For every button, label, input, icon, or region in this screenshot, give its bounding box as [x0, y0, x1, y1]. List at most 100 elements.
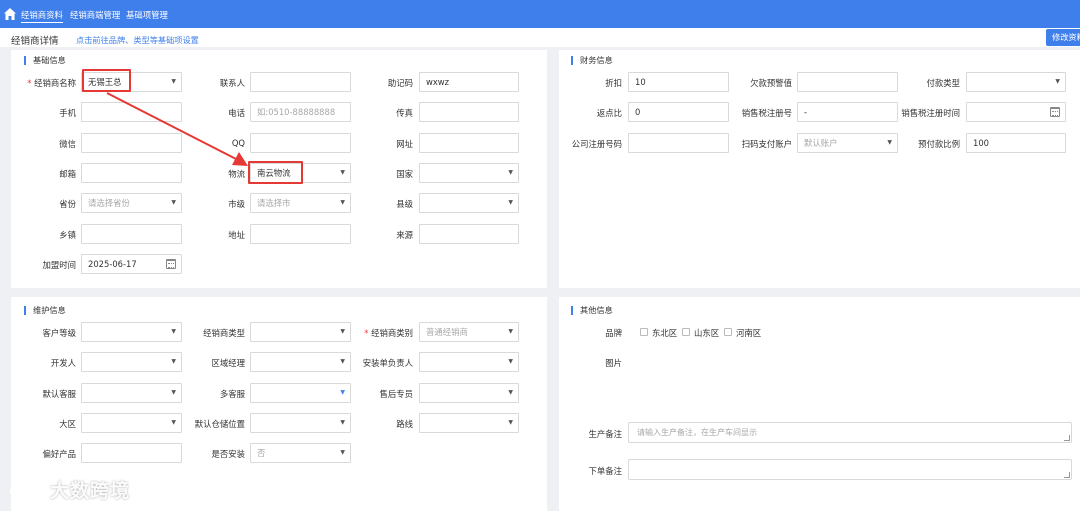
mnemonic-field[interactable]: wxwz	[419, 72, 519, 92]
address-field[interactable]	[250, 224, 351, 244]
resize-handle-icon[interactable]	[1064, 472, 1070, 478]
phone-label: 电话	[228, 108, 245, 118]
chevron-down-icon: ▼	[508, 328, 513, 335]
install-owner-select[interactable]: ▼	[419, 352, 519, 372]
chevron-down-icon: ▼	[171, 419, 176, 426]
brand-checkbox-henan[interactable]	[724, 328, 732, 336]
order-note-textarea[interactable]	[628, 459, 1072, 480]
company-reg-label: 公司注册号码	[571, 139, 622, 149]
install-label: 是否安装	[211, 449, 246, 459]
city-label: 市级	[228, 199, 245, 209]
order-note-label: 下单备注	[588, 466, 623, 476]
developer-select[interactable]: ▼	[81, 352, 182, 372]
brand-checkbox-northeast[interactable]	[640, 328, 648, 336]
chevron-down-icon: ▼	[171, 358, 176, 365]
chevron-down-icon: ▼	[508, 419, 513, 426]
wechat-field[interactable]	[81, 133, 182, 153]
watermark-text: 大数跨境	[50, 480, 131, 502]
install-owner-label: 安装单负责人	[362, 358, 413, 368]
tax-reg-time-datepicker[interactable]	[966, 102, 1066, 122]
discount-field[interactable]: 10	[628, 72, 729, 92]
website-field[interactable]	[419, 133, 519, 153]
watermark-logo-icon	[10, 481, 43, 497]
page-title: 经销商详情	[11, 36, 59, 47]
dealer-name-label: * 经销商名称	[27, 78, 76, 88]
tab-dealer-profile[interactable]: 经销商资料	[21, 9, 63, 23]
edit-profile-button[interactable]: 修改资料	[1046, 29, 1080, 46]
basic-settings-link[interactable]: 点击前往品牌、类型等基础项设置	[76, 34, 199, 46]
payment-type-select[interactable]: ▼	[966, 72, 1066, 92]
email-label: 邮箱	[59, 169, 76, 179]
chevron-down-icon: ▼	[340, 169, 345, 176]
dealer-type-label: 经销商类型	[203, 328, 245, 338]
join-time-datepicker[interactable]: 2025-06-17	[81, 254, 182, 274]
route-select[interactable]: ▼	[419, 413, 519, 433]
chevron-down-icon: ▼	[340, 449, 345, 456]
home-icon[interactable]	[3, 7, 17, 21]
preferred-product-field[interactable]	[81, 443, 182, 463]
county-select[interactable]: ▼	[419, 193, 519, 213]
customer-level-label: 客户等级	[42, 328, 77, 338]
brand-option-label: 东北区	[652, 328, 678, 338]
email-field[interactable]	[81, 163, 182, 183]
chevron-down-icon: ▼	[508, 169, 513, 176]
chevron-down-icon: ▼	[171, 78, 176, 85]
install-select[interactable]: 否 ▼	[250, 443, 351, 463]
source-label: 来源	[396, 230, 413, 240]
debt-warning-label: 欠款预警值	[750, 78, 792, 88]
town-label: 乡镇	[59, 230, 76, 240]
fax-field[interactable]	[419, 102, 519, 122]
region-manager-select[interactable]: ▼	[250, 352, 351, 372]
chevron-down-icon: ▼	[171, 199, 176, 206]
tab-dealer-portal-management[interactable]: 经销商端管理	[70, 9, 120, 21]
calendar-icon	[1050, 107, 1060, 117]
multi-service-label: 多客服	[219, 389, 245, 399]
customer-level-select[interactable]: ▼	[81, 322, 182, 342]
phone-field[interactable]: 如:0510-88888888	[250, 102, 351, 122]
dealer-category-label: * 经销商类别	[364, 328, 413, 338]
big-region-label: 大区	[59, 419, 76, 429]
default-warehouse-select[interactable]: ▼	[250, 413, 351, 433]
chevron-down-icon: ▼	[340, 199, 345, 206]
county-label: 县级	[396, 199, 413, 209]
qq-field[interactable]	[250, 133, 351, 153]
chevron-down-icon: ▼	[171, 389, 176, 396]
production-note-label: 生产备注	[588, 429, 623, 439]
dealer-category-select[interactable]: 普通经销商 ▼	[419, 322, 519, 342]
tax-reg-field[interactable]: -	[797, 102, 898, 122]
dealer-type-select[interactable]: ▼	[250, 322, 351, 342]
payment-type-label: 付款类型	[926, 78, 961, 88]
rebate-field[interactable]: 0	[628, 102, 729, 122]
chevron-down-icon: ▼	[171, 328, 176, 335]
mobile-field[interactable]	[81, 102, 182, 122]
debt-warning-field[interactable]	[797, 72, 898, 92]
contact-field[interactable]	[250, 72, 351, 92]
join-time-label: 加盟时间	[42, 260, 77, 270]
province-select[interactable]: 请选择省份 ▼	[81, 193, 182, 213]
default-service-select[interactable]: ▼	[81, 383, 182, 403]
route-label: 路线	[396, 419, 413, 429]
chevron-down-icon: ▼	[887, 139, 892, 146]
prepay-ratio-field[interactable]: 100	[966, 133, 1066, 153]
source-field[interactable]	[419, 224, 519, 244]
big-region-select[interactable]: ▼	[81, 413, 182, 433]
company-reg-field[interactable]	[628, 133, 729, 153]
chevron-down-icon: ▼	[1055, 78, 1060, 85]
production-note-textarea[interactable]: 请输入生产备注，在生产车间显示	[628, 422, 1072, 443]
scan-account-select[interactable]: 默认账户 ▼	[797, 133, 898, 153]
multi-service-select[interactable]: ▼	[250, 383, 351, 403]
basic-info-title: 基础信息	[24, 56, 66, 65]
city-select[interactable]: 请选择市 ▼	[250, 193, 351, 213]
chevron-down-icon: ▼	[340, 419, 345, 426]
qq-label: QQ	[231, 138, 245, 148]
resize-handle-icon[interactable]	[1064, 435, 1070, 441]
chevron-down-icon: ▼	[340, 358, 345, 365]
country-select[interactable]: ▼	[419, 163, 519, 183]
tab-basic-items-management[interactable]: 基础项管理	[126, 9, 168, 21]
default-service-label: 默认客服	[42, 389, 77, 399]
brand-checkbox-shandong[interactable]	[682, 328, 690, 336]
aftersales-label: 售后专员	[379, 389, 414, 399]
town-field[interactable]	[81, 224, 182, 244]
aftersales-select[interactable]: ▼	[419, 383, 519, 403]
mobile-label: 手机	[59, 108, 76, 118]
